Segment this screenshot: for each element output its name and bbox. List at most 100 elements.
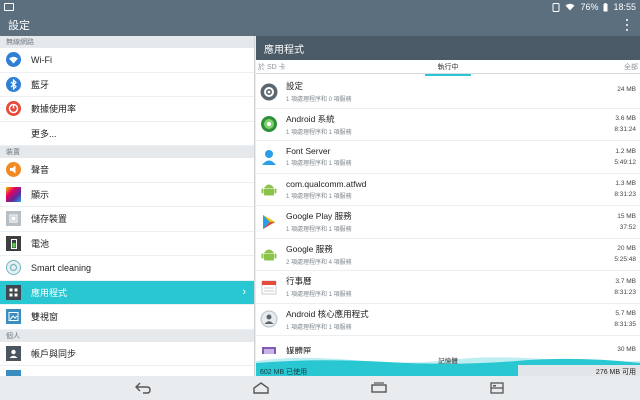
status-bar: 76% 18:55: [0, 0, 640, 14]
app-name: 設定: [286, 81, 304, 92]
settings-item-smart-cleaning[interactable]: Smart cleaning: [0, 256, 254, 281]
settings-item-label: 應用程式: [31, 287, 68, 298]
home-button[interactable]: [251, 381, 271, 395]
apps-pane: 應用程式 於 SD 卡 執行中 全部 設定 1 項處理程序和 0 項服務 24 M…: [256, 36, 640, 376]
settings-item-label: Wi-Fi: [31, 54, 52, 65]
smart-cleaning-icon: [6, 260, 21, 276]
memory-usage-bar: 記憶體 602 MB 已使用 276 MB 可用: [256, 355, 640, 376]
dual-window-nav-icon: [490, 382, 504, 394]
chevron-right-icon: ›: [242, 286, 246, 299]
tab-sd-card[interactable]: 於 SD 卡: [258, 62, 385, 72]
app-name: Google Play 服務: [286, 211, 352, 222]
app-name: Google 服務: [286, 243, 333, 254]
settings-item-storage[interactable]: 儲存裝置: [0, 207, 254, 232]
battery-icon: [603, 2, 608, 12]
app-process-count: 1 項處理程序和 1 項服務: [286, 227, 352, 234]
back-icon: [135, 382, 151, 394]
list-item[interactable]: Android 系統 1 項處理程序和 1 項服務 3.6 MB 8:31:24: [256, 109, 640, 141]
app-memory-size: 1.3 MB: [615, 180, 636, 188]
app-memory-size: 24 MB: [617, 86, 636, 94]
settings-item-accounts-sync[interactable]: 帳戶與同步: [0, 342, 254, 366]
app-name: 行事曆: [286, 276, 312, 287]
wifi-icon: [6, 52, 21, 68]
settings-item-label: 聲音: [31, 165, 50, 176]
app-name: Font Server: [286, 146, 331, 157]
settings-item-battery[interactable]: 電池: [0, 232, 254, 256]
list-item[interactable]: 行事曆 1 項處理程序和 1 項服務 3.7 MB 8:31:23: [256, 271, 640, 304]
app-run-time: 5:25:48: [614, 256, 636, 264]
app-run-time: 37:52: [619, 223, 636, 231]
media-tray-icon: [260, 343, 278, 354]
sound-icon: [6, 162, 21, 178]
settings-item-label: 電池: [31, 238, 50, 249]
app-run-time: 8:31:35: [614, 321, 636, 329]
app-memory-size: 3.6 MB: [615, 115, 636, 123]
app-memory-size: 20 MB: [617, 245, 636, 253]
app-name: Android 核心應用程式: [286, 308, 369, 319]
accounts-icon: [6, 345, 21, 361]
section-header-wireless: 無線網路: [0, 36, 254, 48]
app-memory-size: 1.2 MB: [615, 147, 636, 155]
settings-item-dual-window[interactable]: 雙視窗: [0, 305, 254, 330]
bluetooth-icon: [6, 76, 21, 92]
app-name: Android 系統: [286, 113, 335, 124]
settings-item-label: 數據使用率: [31, 104, 77, 115]
app-title: 設定: [8, 20, 30, 32]
memory-progress: 602 MB 已使用 276 MB 可用: [256, 365, 640, 376]
app-memory-size: 30 MB: [617, 346, 636, 354]
data-usage-icon: [6, 101, 21, 117]
clock: 18:55: [613, 2, 636, 12]
list-item[interactable]: 媒體匣 30 MB: [256, 336, 640, 354]
apps-tabs: 於 SD 卡 執行中 全部: [256, 60, 640, 76]
action-bar: 設定: [0, 14, 640, 36]
app-process-count: 1 項處理程序和 1 項服務: [286, 324, 352, 331]
settings-gear-icon: [260, 83, 278, 101]
list-item[interactable]: com.qualcomm.atfwd 1 項處理程序和 1 項服務 1.3 MB 8…: [256, 174, 640, 206]
settings-item-label: 帳戶與同步: [31, 348, 77, 359]
navigation-bar: [0, 376, 640, 400]
section-header-personal: 個人: [0, 329, 254, 342]
dual-window-nav-button[interactable]: [487, 381, 507, 395]
app-run-time: 8:31:23: [614, 191, 636, 199]
settings-item-display[interactable]: 顯示: [0, 183, 254, 207]
settings-item-more[interactable]: 更多...: [0, 122, 254, 146]
settings-item-data-usage[interactable]: 數據使用率: [0, 97, 254, 122]
google-play-services-icon: [260, 213, 278, 231]
font-server-icon: [260, 148, 278, 166]
battery-percent: 76%: [580, 2, 599, 12]
app-process-count: 1 項處理程序和 1 項服務: [286, 292, 352, 299]
settings-item-bluetooth[interactable]: 藍牙: [0, 73, 254, 97]
app-run-time: 8:31:23: [614, 288, 636, 296]
list-item[interactable]: Android 核心應用程式 1 項處理程序和 1 項服務 5.7 MB 8:31:…: [256, 304, 640, 336]
settings-item-label: 顯示: [31, 189, 50, 200]
back-button[interactable]: [133, 381, 153, 395]
list-item[interactable]: 設定 1 項處理程序和 0 項服務 24 MB: [256, 76, 640, 109]
list-item[interactable]: Font Server 1 項處理程序和 1 項服務 1.2 MB 5:49:12: [256, 141, 640, 174]
app-memory-size: 5.7 MB: [615, 310, 636, 318]
overflow-menu-icon[interactable]: [622, 18, 632, 32]
running-apps-list[interactable]: 設定 1 項處理程序和 0 項服務 24 MB Android 系統 1 項處理程序…: [256, 76, 640, 354]
settings-item-partial[interactable]: [0, 366, 254, 376]
settings-item-wifi[interactable]: Wi-Fi: [0, 48, 254, 73]
android-core-apps-icon: [260, 310, 278, 328]
app-process-count: 1 項處理程序和 1 項服務: [286, 193, 352, 200]
tab-running[interactable]: 執行中: [385, 62, 512, 76]
settings-item-label: 藍牙: [31, 79, 50, 90]
settings-list[interactable]: 無線網路 Wi-Fi 藍牙 數據使用率 更多... 裝置 聲音 顯示 儲存裝置 …: [0, 36, 255, 376]
dual-window-icon: [6, 309, 21, 325]
home-icon: [253, 382, 269, 394]
list-item[interactable]: Google Play 服務 1 項處理程序和 1 項服務 15 MB 37:52: [256, 206, 640, 239]
tab-all[interactable]: 全部: [511, 62, 638, 72]
app-process-count: 1 項處理程序和 1 項服務: [286, 161, 352, 168]
wifi-status-icon: [565, 3, 575, 11]
android-robot-icon: [260, 245, 278, 263]
app-process-count: 1 項處理程序和 1 項服務: [286, 129, 352, 136]
storage-icon: [6, 211, 21, 227]
app-memory-size: 15 MB: [617, 212, 636, 220]
settings-item-label: 雙視窗: [31, 312, 59, 323]
settings-item-sound[interactable]: 聲音: [0, 158, 254, 183]
calendar-icon: [260, 278, 278, 296]
recent-apps-button[interactable]: [369, 381, 389, 395]
list-item[interactable]: Google 服務 2 項處理程序和 4 項服務 20 MB 5:25:48: [256, 239, 640, 271]
settings-item-apps[interactable]: 應用程式 ›: [0, 280, 254, 305]
